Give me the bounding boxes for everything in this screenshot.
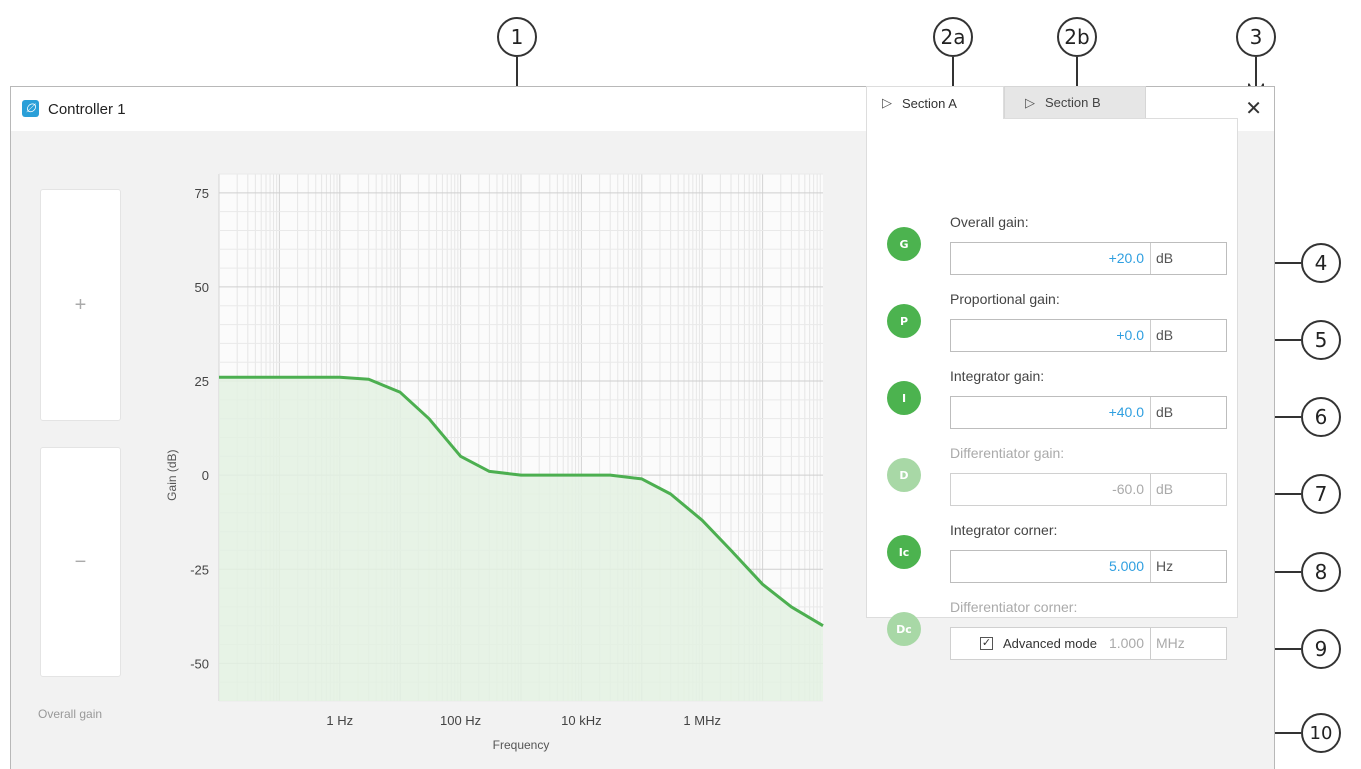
integrator-corner-value: 5.000 xyxy=(951,551,1151,582)
integrator-corner-unit: Hz xyxy=(1156,558,1174,574)
callout-5: 5 xyxy=(1301,320,1341,360)
x-tick-label: 100 Hz xyxy=(440,713,481,728)
close-icon[interactable]: ✕ xyxy=(1245,96,1262,121)
overall-gain-badge: G xyxy=(887,227,921,261)
y-axis-label: Gain (dB) xyxy=(165,449,179,500)
y-tick-label: -50 xyxy=(190,656,209,671)
integrator-corner-badge: Ic xyxy=(887,535,921,569)
differentiator-gain-unit: dB xyxy=(1156,481,1174,497)
proportional-gain-label: Proportional gain: xyxy=(950,291,1060,307)
triangle-play-icon: ▷ xyxy=(1025,94,1035,110)
bode-gain-plot[interactable]: 75 50 25 0 -25 -50 1 Hz 100 Hz 10 kHz 1 MHz Freque… xyxy=(161,169,841,769)
increase-gain-button[interactable]: + xyxy=(40,189,121,421)
y-tick-label: 0 xyxy=(202,468,209,483)
callout-6: 6 xyxy=(1301,397,1341,437)
proportional-gain-unit: dB xyxy=(1156,327,1174,343)
callout-9: 9 xyxy=(1301,629,1341,669)
y-tick-label: 25 xyxy=(195,374,209,389)
x-tick-label: 10 kHz xyxy=(561,713,601,728)
proportional-gain-badge: P xyxy=(887,304,921,338)
integrator-gain-unit: dB xyxy=(1156,404,1174,420)
advanced-mode-checkbox[interactable]: ✓ Advanced mode xyxy=(980,636,1097,651)
callout-4: 4 xyxy=(1301,243,1341,283)
y-tick-label: -25 xyxy=(190,562,209,577)
x-axis-label: Frequency xyxy=(493,738,550,752)
differentiator-gain-label: Differentiator gain: xyxy=(950,445,1065,461)
differentiator-gain-badge: D xyxy=(887,458,921,492)
window-title: Controller 1 xyxy=(48,101,126,118)
callout-8: 8 xyxy=(1301,552,1341,592)
tab-label: Section A xyxy=(902,95,957,111)
integrator-corner-label: Integrator corner: xyxy=(950,522,1058,538)
overall-gain-label: Overall gain: xyxy=(950,214,1029,230)
overall-gain-value: +20.0 xyxy=(951,243,1151,274)
integrator-gain-input[interactable]: +40.0 dB xyxy=(950,396,1227,429)
overall-gain-unit: dB xyxy=(1156,250,1174,266)
differentiator-corner-badge: Dc xyxy=(887,612,921,646)
x-tick-label: 1 Hz xyxy=(326,713,353,728)
controller-app-icon: ∅ xyxy=(22,100,39,117)
callout-1: 1 xyxy=(497,17,537,57)
proportional-gain-input[interactable]: +0.0 dB xyxy=(950,319,1227,352)
differentiator-corner-unit: MHz xyxy=(1156,635,1185,651)
overall-gain-slider-label: Overall gain xyxy=(38,707,103,721)
tab-section-b[interactable]: ▷ Section B xyxy=(1004,86,1146,119)
integrator-corner-input[interactable]: 5.000 Hz xyxy=(950,550,1227,583)
y-tick-label: 50 xyxy=(195,280,209,295)
differentiator-corner-label: Differentiator corner: xyxy=(950,599,1078,615)
section-a-panel xyxy=(866,118,1238,618)
integrator-gain-label: Integrator gain: xyxy=(950,368,1045,384)
callout-3: 3 xyxy=(1236,17,1276,57)
triangle-play-icon: ▷ xyxy=(882,95,892,110)
tab-label: Section B xyxy=(1045,95,1101,110)
overall-gain-input[interactable]: +20.0 dB xyxy=(950,242,1227,275)
advanced-mode-label: Advanced mode xyxy=(1003,636,1097,651)
differentiator-gain-input[interactable]: -60.0 dB xyxy=(950,473,1227,506)
proportional-gain-value: +0.0 xyxy=(951,320,1151,351)
differentiator-gain-value: -60.0 xyxy=(951,474,1151,505)
callout-7: 7 xyxy=(1301,474,1341,514)
decrease-gain-button[interactable]: − xyxy=(40,447,121,677)
callout-10: 10 xyxy=(1301,713,1341,753)
tab-section-a[interactable]: ▷ Section A xyxy=(866,86,1004,119)
integrator-gain-badge: I xyxy=(887,381,921,415)
callout-2b: 2b xyxy=(1057,17,1097,57)
y-tick-label: 75 xyxy=(195,186,209,201)
checkbox-checked-icon: ✓ xyxy=(980,637,993,650)
integrator-gain-value: +40.0 xyxy=(951,397,1151,428)
x-tick-label: 1 MHz xyxy=(683,713,721,728)
callout-2a: 2a xyxy=(933,17,973,57)
